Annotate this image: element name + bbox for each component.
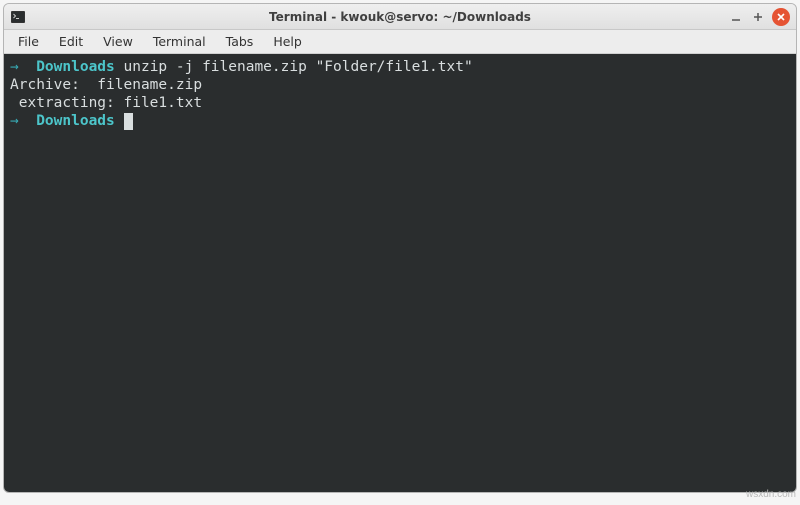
- menu-help[interactable]: Help: [263, 31, 312, 52]
- maximize-button[interactable]: [750, 9, 766, 25]
- command-text: unzip -j filename.zip "Folder/file1.txt": [115, 59, 473, 75]
- terminal-content[interactable]: → Downloads unzip -j filename.zip "Folde…: [4, 54, 796, 492]
- window-controls: [728, 8, 790, 26]
- menu-edit[interactable]: Edit: [49, 31, 93, 52]
- menu-tabs[interactable]: Tabs: [216, 31, 264, 52]
- terminal-icon: [10, 9, 26, 25]
- prompt-arrow-icon: →: [10, 59, 36, 75]
- close-button[interactable]: [772, 8, 790, 26]
- menu-view[interactable]: View: [93, 31, 143, 52]
- prompt-dir: Downloads: [36, 113, 115, 129]
- prompt-tail: [115, 113, 124, 129]
- prompt-dir: Downloads: [36, 59, 115, 75]
- menu-terminal[interactable]: Terminal: [143, 31, 216, 52]
- cursor-block: [124, 113, 133, 130]
- menubar: File Edit View Terminal Tabs Help: [4, 30, 796, 54]
- watermark-text: wsxdn.com: [746, 489, 796, 500]
- menu-file[interactable]: File: [8, 31, 49, 52]
- output-line: extracting: file1.txt: [10, 95, 202, 111]
- output-line: Archive: filename.zip: [10, 77, 202, 93]
- minimize-button[interactable]: [728, 9, 744, 25]
- titlebar[interactable]: Terminal - kwouk@servo: ~/Downloads: [4, 4, 796, 30]
- window-title: Terminal - kwouk@servo: ~/Downloads: [4, 10, 796, 24]
- terminal-window: Terminal - kwouk@servo: ~/Downloads File…: [3, 3, 797, 493]
- prompt-arrow-icon: →: [10, 113, 36, 129]
